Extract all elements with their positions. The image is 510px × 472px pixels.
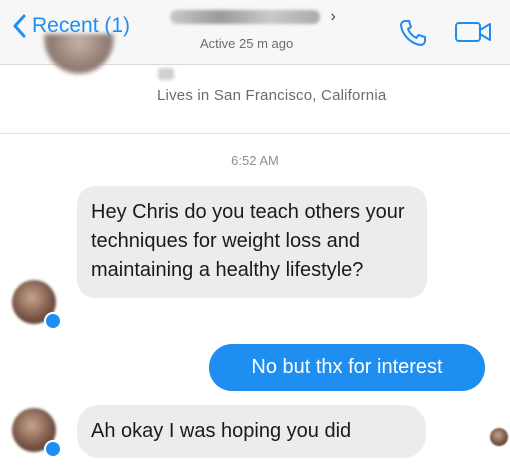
video-camera-icon[interactable] <box>455 20 493 44</box>
incoming-message[interactable]: Ah okay I was hoping you did <box>77 405 426 458</box>
chevron-left-icon <box>13 14 26 38</box>
phone-icon[interactable] <box>398 18 428 48</box>
name-chevron: › <box>330 8 336 25</box>
messenger-badge-icon <box>44 312 62 330</box>
contact-name <box>170 10 320 24</box>
contact-title[interactable]: › Active 25 m ago <box>170 8 360 51</box>
seen-indicator-avatar <box>490 428 508 446</box>
profile-subtitle <box>158 68 174 80</box>
profile-avatar <box>44 34 114 74</box>
divider <box>0 133 510 134</box>
active-status: Active 25 m ago <box>200 36 294 52</box>
outgoing-message[interactable]: No but thx for interest <box>209 344 485 391</box>
profile-location: Lives in San Francisco, California <box>157 87 387 104</box>
incoming-message[interactable]: Hey Chris do you teach others your techn… <box>77 186 427 298</box>
messenger-badge-icon <box>44 440 62 458</box>
message-timestamp: 6:52 AM <box>231 153 279 168</box>
